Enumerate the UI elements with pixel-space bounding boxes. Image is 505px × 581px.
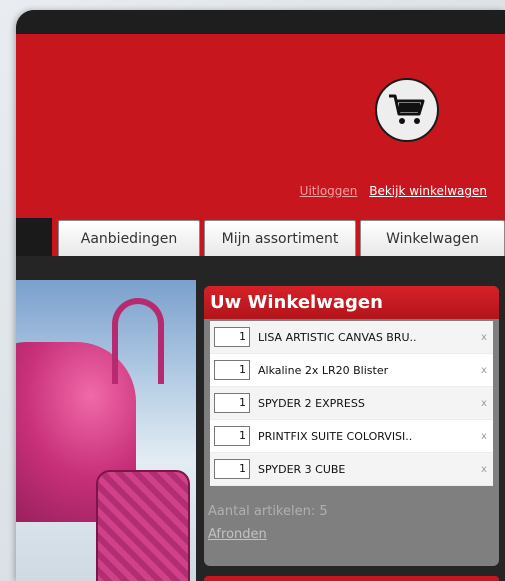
cart-item-count: Aantal artikelen: 5 [208, 504, 328, 519]
list-item: 1 LISA ARTISTIC CANVAS BRU.. x [210, 321, 493, 354]
remove-button[interactable]: x [477, 332, 491, 343]
tab-mijn-assortiment[interactable]: Mijn assortiment [204, 220, 356, 256]
remove-button[interactable]: x [477, 365, 491, 376]
item-name[interactable]: Alkaline 2x LR20 Blister [258, 364, 477, 377]
quantity-field[interactable]: 1 [214, 459, 250, 479]
quantity-field[interactable]: 1 [214, 426, 250, 446]
tab-winkelwagen[interactable]: Winkelwagen [360, 220, 505, 256]
shopping-cart-icon [389, 94, 425, 124]
quantity-field[interactable]: 1 [214, 327, 250, 347]
next-panel-edge [204, 576, 499, 581]
logout-link[interactable]: Uitloggen [300, 184, 358, 198]
view-cart-link[interactable]: Bekijk winkelwagen [369, 184, 487, 198]
bag-pocket [96, 470, 190, 581]
quantity-field[interactable]: 1 [214, 360, 250, 380]
top-bar [16, 10, 505, 34]
remove-button[interactable]: x [477, 431, 491, 442]
item-name[interactable]: SPYDER 3 CUBE [258, 463, 477, 476]
list-item: 1 Alkaline 2x LR20 Blister x [210, 354, 493, 387]
remove-button[interactable]: x [477, 398, 491, 409]
quantity-field[interactable]: 1 [214, 393, 250, 413]
item-name[interactable]: LISA ARTISTIC CANVAS BRU.. [258, 331, 477, 344]
item-name[interactable]: SPYDER 2 EXPRESS [258, 397, 477, 410]
cart-button[interactable] [375, 78, 439, 142]
cart-list: 1 LISA ARTISTIC CANVAS BRU.. x 1 Alkalin… [210, 321, 493, 486]
cart-title: Uw Winkelwagen [204, 286, 499, 319]
list-item: 1 SPYDER 2 EXPRESS x [210, 387, 493, 420]
item-name[interactable]: PRINTFIX SUITE COLORVISI.. [258, 430, 477, 443]
list-item: 1 PRINTFIX SUITE COLORVISI.. x [210, 420, 493, 453]
nav-spacer [16, 218, 52, 256]
remove-button[interactable]: x [477, 464, 491, 475]
tab-aanbiedingen[interactable]: Aanbiedingen [58, 220, 200, 256]
header-links: Uitloggen Bekijk winkelwagen [216, 184, 487, 198]
cart-panel: Uw Winkelwagen 1 LISA ARTISTIC CANVAS BR… [204, 286, 499, 566]
main-nav: Aanbiedingen Mijn assortiment Winkelwage… [16, 218, 505, 256]
bag-strap [112, 298, 164, 384]
checkout-link[interactable]: Afronden [208, 527, 267, 542]
list-item: 1 SPYDER 3 CUBE x [210, 453, 493, 486]
app-frame: Uitloggen Bekijk winkelwagen Aanbiedinge… [16, 10, 505, 581]
product-photo [16, 280, 196, 581]
